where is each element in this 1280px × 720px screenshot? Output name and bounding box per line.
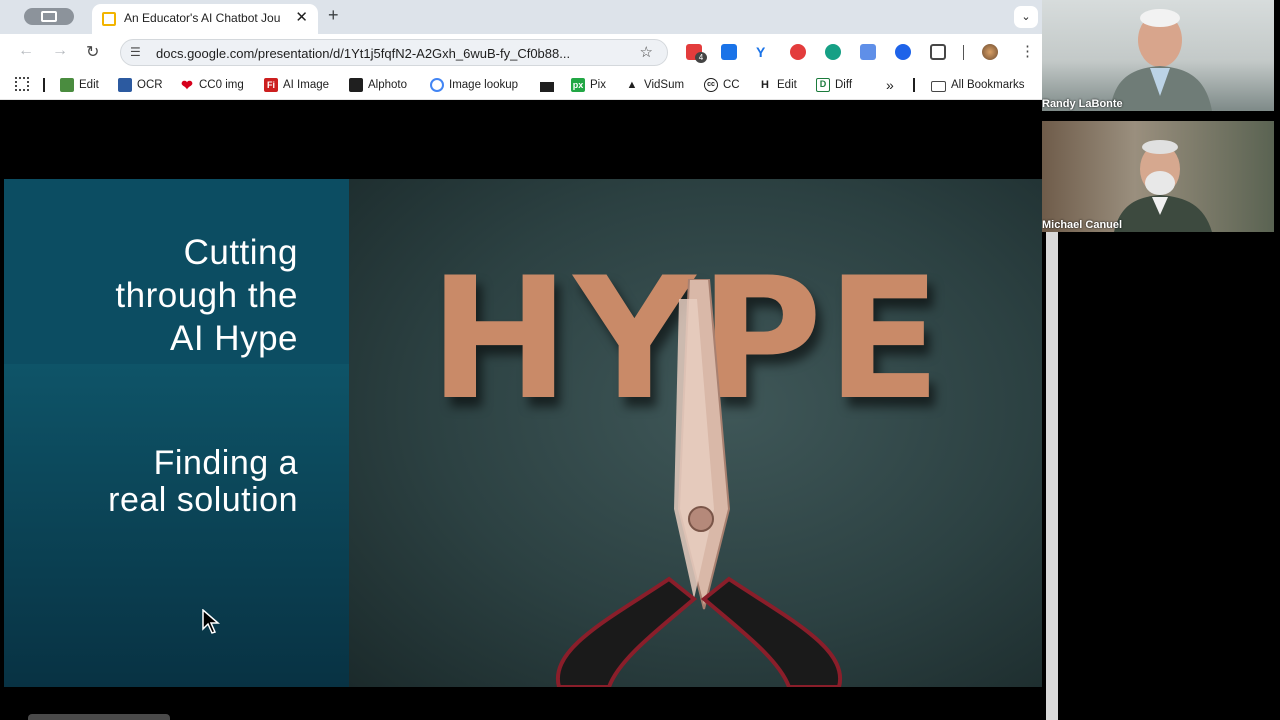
slide-text-panel: Cutting through the AI Hype Finding a re…	[4, 179, 349, 687]
grid-blue-icon	[118, 78, 132, 92]
profile-avatar[interactable]	[982, 44, 998, 60]
bookmark-item-cc0-img[interactable]: ❤ CC0 img	[180, 76, 244, 94]
puzzle-extensions-icon[interactable]	[930, 44, 946, 60]
reload-icon[interactable]: ↻	[86, 42, 99, 62]
forward-arrow-icon[interactable]: →	[52, 42, 68, 60]
all-bookmarks-button[interactable]: All Bookmarks	[931, 76, 1025, 94]
grid-color-icon	[60, 78, 74, 92]
bookmark-item-ocr[interactable]: OCR	[118, 76, 163, 94]
tab-list-button[interactable]: ⌄	[1014, 6, 1038, 28]
screen: An Educator's AI Chatbot Jou ✕ + ⌄ ← → ↻…	[0, 0, 1280, 720]
bookmark-label: Alphoto	[368, 79, 408, 91]
bookmarks-bar: Edit OCR ❤ CC0 img Fi AI Image Alphoto I…	[0, 71, 1042, 100]
bookmark-item-edit-2[interactable]: H Edit	[758, 76, 797, 94]
slide-image: HYPE	[349, 179, 1042, 687]
camera-icon	[349, 78, 363, 92]
bookmark-label: Edit	[777, 79, 797, 91]
menu-kebab-icon[interactable]: ⋮	[1020, 42, 1035, 60]
d-icon: D	[816, 78, 830, 92]
stack-icon	[540, 82, 554, 92]
participant-name: Michael Canuel	[1042, 219, 1123, 231]
bookmark-star-icon[interactable]: ☆	[640, 43, 653, 61]
tab-close-icon[interactable]: ✕	[295, 8, 308, 26]
slide-subtitle: Finding a real solution	[108, 444, 298, 519]
cc-icon: cc	[704, 78, 718, 92]
active-tab[interactable]: An Educator's AI Chatbot Jou ✕	[92, 4, 318, 34]
tab-strip: An Educator's AI Chatbot Jou ✕ + ⌄	[0, 0, 1042, 34]
browser-window: An Educator's AI Chatbot Jou ✕ + ⌄ ← → ↻…	[0, 0, 1042, 720]
heart-icon: ❤	[181, 77, 193, 93]
video-tile-michael[interactable]: Michael Canuel	[1042, 121, 1274, 232]
h-icon: H	[761, 79, 769, 91]
bookmark-label: Edit	[79, 79, 99, 91]
bookmark-label: Pix	[590, 79, 606, 91]
presentation-viewport: Cutting through the AI Hype Finding a re…	[0, 100, 1042, 720]
fi-icon: Fi	[264, 78, 278, 92]
bookmark-label: OCR	[137, 79, 163, 91]
participants-scrollbar[interactable]	[1046, 232, 1058, 720]
bookmark-label: VidSum	[644, 79, 685, 91]
bookmark-item-stack[interactable]	[540, 76, 554, 94]
bookmark-item-ai-image[interactable]: Fi AI Image	[264, 76, 329, 94]
adblock-icon[interactable]	[790, 44, 806, 60]
url-text[interactable]: docs.google.com/presentation/d/1Yt1j5fqf…	[156, 46, 570, 61]
browser-toolbar: ← → ↻ ☰ docs.google.com/presentation/d/1…	[0, 34, 1042, 71]
slide-title: Cutting through the AI Hype	[115, 233, 298, 358]
new-tab-button[interactable]: +	[328, 5, 339, 26]
participant-video	[1110, 9, 1212, 111]
bookmark-label: AI Image	[283, 79, 330, 91]
bookmark-item-edit[interactable]: Edit	[60, 76, 99, 94]
scissors-illustration	[555, 279, 843, 687]
bookmarks-divider	[913, 78, 915, 92]
mouse-cursor-icon	[202, 609, 221, 634]
site-info-icon[interactable]: ☰	[130, 45, 141, 59]
more-bookmarks-button[interactable]: »	[886, 76, 894, 94]
video-tile-randy[interactable]: Randy LaBonte	[1042, 0, 1274, 111]
apps-grid-icon[interactable]	[15, 77, 29, 91]
participant-video	[1114, 140, 1212, 232]
y-extension-icon[interactable]: Y	[756, 44, 772, 60]
bookmark-label: Image lookup	[449, 79, 519, 91]
grammar-extension-icon[interactable]	[825, 44, 841, 60]
bookmark-item-pix[interactable]: px Pix	[571, 76, 606, 94]
translate-icon[interactable]	[860, 44, 876, 60]
bookmark-label: Diff	[835, 79, 853, 91]
bookmark-label: CC0 img	[199, 79, 244, 91]
toolbar-divider	[963, 45, 964, 60]
all-bookmarks-label: All Bookmarks	[951, 79, 1025, 91]
back-arrow-icon[interactable]: ←	[18, 42, 34, 60]
bookmark-item-alphoto[interactable]: Alphoto	[349, 76, 407, 94]
tab-title: An Educator's AI Chatbot Jou	[124, 11, 281, 25]
triangle-icon: ▲	[626, 79, 638, 91]
address-bar[interactable]: ☰ docs.google.com/presentation/d/1Yt1j5f…	[120, 39, 668, 66]
filmstrip-handle[interactable]	[28, 714, 170, 720]
slides-favicon-icon	[102, 12, 116, 26]
lens-icon	[430, 78, 444, 92]
slide: Cutting through the AI Hype Finding a re…	[4, 179, 1042, 687]
tab-search-button[interactable]	[24, 8, 74, 25]
bookmark-item-cc[interactable]: cc CC	[704, 76, 740, 94]
participant-name: Randy LaBonte	[1042, 98, 1123, 110]
j-extension-icon[interactable]	[721, 44, 737, 60]
tab-search-icon	[41, 11, 57, 22]
extension-badge: 4	[695, 52, 707, 63]
px-icon: px	[571, 78, 585, 92]
folder-icon	[931, 80, 946, 92]
pause-extension-icon[interactable]	[895, 44, 911, 60]
bookmark-item-image-lookup[interactable]: Image lookup	[430, 76, 518, 94]
bookmark-label: CC	[723, 79, 740, 91]
bookmarks-divider	[43, 78, 45, 92]
bookmark-item-diff[interactable]: D Diff	[816, 76, 852, 94]
bookmark-item-vidsum[interactable]: ▲ VidSum	[625, 76, 685, 94]
